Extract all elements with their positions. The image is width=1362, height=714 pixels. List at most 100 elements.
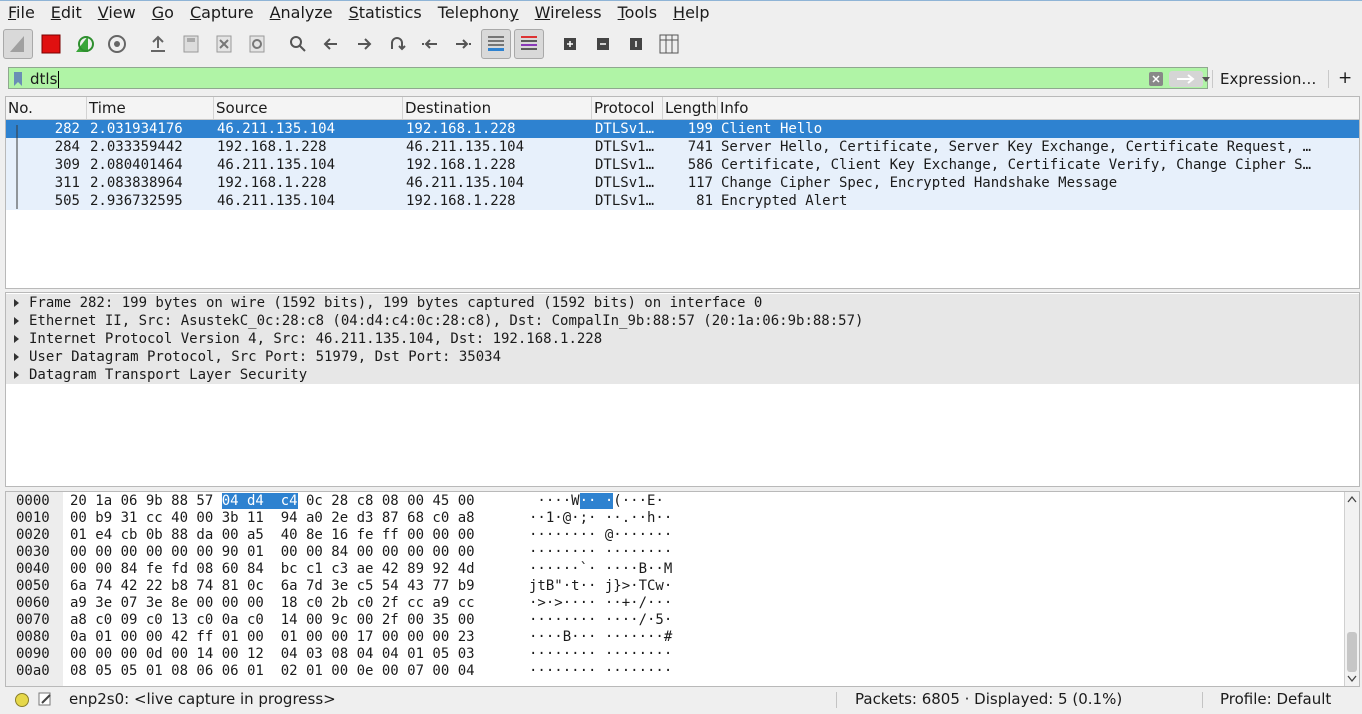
hex-bytes[interactable]: a9 3e 07 3e 8e 00 00 00 18 c0 2b c0 2f c… bbox=[70, 595, 475, 612]
hex-ascii[interactable]: ········ @······· bbox=[529, 527, 672, 544]
open-file-button[interactable] bbox=[143, 29, 173, 59]
restart-capture-button[interactable] bbox=[69, 29, 99, 59]
detail-tree-item[interactable]: Frame 282: 199 bytes on wire (1592 bits)… bbox=[6, 294, 1359, 312]
hex-ascii[interactable]: ········ ····/·5· bbox=[529, 612, 672, 629]
expand-arrow-icon[interactable] bbox=[14, 371, 19, 379]
hex-bytes[interactable]: 01 e4 cb 0b 88 da 00 a5 40 8e 16 fe ff 0… bbox=[70, 527, 475, 544]
menu-capture[interactable]: Capture bbox=[182, 2, 262, 24]
detail-tree-item[interactable]: User Datagram Protocol, Src Port: 51979,… bbox=[6, 348, 1359, 366]
start-capture-button[interactable] bbox=[3, 29, 33, 59]
column-source[interactable]: Source bbox=[214, 97, 403, 119]
go-last-button[interactable] bbox=[448, 29, 478, 59]
expand-arrow-icon[interactable] bbox=[14, 317, 19, 325]
expand-arrow-icon[interactable] bbox=[14, 299, 19, 307]
packet-cell-len: 81 bbox=[696, 193, 713, 209]
go-first-button[interactable] bbox=[415, 29, 445, 59]
hex-bytes[interactable]: 00 b9 31 cc 40 00 3b 11 94 a0 2e d3 87 6… bbox=[70, 510, 475, 527]
hex-bytes[interactable]: 00 00 00 00 00 00 90 01 00 00 84 00 00 0… bbox=[70, 544, 475, 561]
packet-cell-src: 46.211.135.104 bbox=[217, 121, 336, 137]
detail-tree-item[interactable]: Ethernet II, Src: AsustekC_0c:28:c8 (04:… bbox=[6, 312, 1359, 330]
column-time[interactable]: Time bbox=[87, 97, 214, 119]
packet-details-tree[interactable]: Frame 282: 199 bytes on wire (1592 bits)… bbox=[5, 292, 1360, 487]
normal-size-icon bbox=[630, 38, 642, 50]
packet-row[interactable]: 311 2.083838964 192.168.1.228 46.211.135.10… bbox=[6, 174, 1359, 192]
hex-scrollbar[interactable] bbox=[1344, 492, 1359, 686]
resize-columns-button[interactable] bbox=[654, 29, 684, 59]
chevron-down-icon[interactable] bbox=[1202, 75, 1210, 83]
packet-row[interactable]: 505 2.936732595 46.211.135.104 192.168.1.22… bbox=[6, 192, 1359, 210]
column-protocol[interactable]: Protocol bbox=[592, 97, 663, 119]
hex-ascii[interactable]: jtB"·t·· j}>·TCw· bbox=[529, 578, 672, 595]
menu-help[interactable]: Help bbox=[665, 2, 717, 24]
close-file-button[interactable] bbox=[209, 29, 239, 59]
hex-bytes[interactable]: 00 00 84 fe fd 08 60 84 bc c1 c3 ae 42 8… bbox=[70, 561, 475, 578]
expression-button[interactable]: Expression… bbox=[1220, 70, 1316, 88]
hex-bytes[interactable]: 0a 01 00 00 42 ff 01 00 01 00 00 17 00 0… bbox=[70, 629, 475, 646]
go-back-button[interactable] bbox=[316, 29, 346, 59]
menu-statistics[interactable]: Statistics bbox=[341, 2, 430, 24]
normal-size-button[interactable] bbox=[621, 29, 651, 59]
hex-bytes[interactable]: 6a 74 42 22 b8 74 81 0c 6a 7d 3e c5 54 4… bbox=[70, 578, 475, 595]
detail-tree-item[interactable]: Internet Protocol Version 4, Src: 46.211… bbox=[6, 330, 1359, 348]
capture-options-button[interactable] bbox=[102, 29, 132, 59]
scroll-down-icon[interactable] bbox=[1347, 675, 1357, 683]
go-to-packet-button[interactable] bbox=[382, 29, 412, 59]
hex-ascii[interactable]: ·>·>···· ··+·/··· bbox=[529, 595, 672, 612]
hex-ascii[interactable]: ········ ········ bbox=[529, 646, 672, 663]
detail-tree-item[interactable]: Datagram Transport Layer Security bbox=[6, 366, 1359, 384]
hex-ascii[interactable]: ······`· ····B··M bbox=[529, 561, 672, 578]
capture-comment-icon[interactable] bbox=[38, 692, 52, 706]
autoscroll-button[interactable] bbox=[481, 29, 511, 59]
menu-telephony[interactable]: Telephony bbox=[430, 2, 527, 24]
clear-filter-icon[interactable] bbox=[1149, 72, 1163, 86]
colorize-button[interactable] bbox=[514, 29, 544, 59]
column-length[interactable]: Length bbox=[663, 97, 718, 119]
open-file-icon bbox=[151, 35, 165, 52]
save-file-button[interactable] bbox=[176, 29, 206, 59]
menu-view[interactable]: View bbox=[90, 2, 144, 24]
expert-info-led-icon[interactable] bbox=[15, 693, 29, 707]
menu-edit[interactable]: Edit bbox=[43, 2, 90, 24]
hex-ascii[interactable]: ········ ········ bbox=[529, 544, 672, 561]
hex-bytes[interactable]: 08 05 05 01 08 06 06 01 02 01 00 0e 00 0… bbox=[70, 663, 475, 680]
bookmark-icon[interactable] bbox=[12, 71, 24, 87]
hex-scrollbar-thumb[interactable] bbox=[1347, 632, 1357, 672]
packet-list-header: No. Time Source Destination Protocol Len… bbox=[6, 97, 1359, 120]
column-info[interactable]: Info bbox=[718, 97, 1359, 119]
expand-arrow-icon[interactable] bbox=[14, 335, 19, 343]
stop-capture-button[interactable] bbox=[36, 29, 66, 59]
autoscroll-icon bbox=[488, 36, 504, 51]
menu-go[interactable]: Go bbox=[144, 2, 182, 24]
find-packet-button[interactable] bbox=[283, 29, 313, 59]
hex-bytes[interactable]: 00 00 00 0d 00 14 00 12 04 03 08 04 04 0… bbox=[70, 646, 475, 663]
hex-ascii[interactable]: ····W·· ·(···E· bbox=[529, 493, 664, 510]
apply-filter-icon[interactable] bbox=[1169, 71, 1203, 87]
reload-file-button[interactable] bbox=[242, 29, 272, 59]
scroll-up-icon[interactable] bbox=[1347, 495, 1357, 503]
menu-wireless[interactable]: Wireless bbox=[527, 2, 610, 24]
zoom-out-button[interactable] bbox=[588, 29, 618, 59]
hex-bytes[interactable]: a8 c0 09 c0 13 c0 0a c0 14 00 9c 00 2f 0… bbox=[70, 612, 475, 629]
menu-file[interactable]: File bbox=[0, 2, 43, 24]
hex-ascii-apre: ······`· ····B··M bbox=[529, 561, 673, 577]
packet-list[interactable]: No. Time Source Destination Protocol Len… bbox=[5, 96, 1360, 289]
expand-arrow-icon[interactable] bbox=[14, 353, 19, 361]
menu-analyze[interactable]: Analyze bbox=[262, 2, 341, 24]
column-destination[interactable]: Destination bbox=[403, 97, 592, 119]
hex-ascii[interactable]: ········ ········ bbox=[529, 663, 672, 680]
hex-ascii[interactable]: ··1·@·;· ··.··h·· bbox=[529, 510, 672, 527]
hex-offset: 0010 bbox=[16, 510, 50, 526]
add-filter-button[interactable]: + bbox=[1338, 68, 1352, 88]
display-filter-input[interactable]: dtls bbox=[8, 67, 1208, 89]
profile-text[interactable]: Profile: Default bbox=[1220, 690, 1331, 708]
packet-row[interactable]: 282 2.031934176 46.211.135.104 192.168.1.22… bbox=[6, 120, 1359, 138]
menu-tools[interactable]: Tools bbox=[610, 2, 665, 24]
zoom-in-button[interactable] bbox=[555, 29, 585, 59]
column-no[interactable]: No. bbox=[6, 97, 87, 119]
hex-ascii[interactable]: ····B··· ·······# bbox=[529, 629, 672, 646]
hex-bytes[interactable]: 20 1a 06 9b 88 57 04 d4 c4 0c 28 c8 08 0… bbox=[70, 493, 475, 510]
packet-row[interactable]: 284 2.033359442 192.168.1.228 46.211.135.10… bbox=[6, 138, 1359, 156]
go-forward-button[interactable] bbox=[349, 29, 379, 59]
packet-row[interactable]: 309 2.080401464 46.211.135.104 192.168.1.22… bbox=[6, 156, 1359, 174]
packet-bytes-pane[interactable]: 0000 20 1a 06 9b 88 57 04 d4 c4 0c 28 c8 … bbox=[5, 491, 1360, 687]
